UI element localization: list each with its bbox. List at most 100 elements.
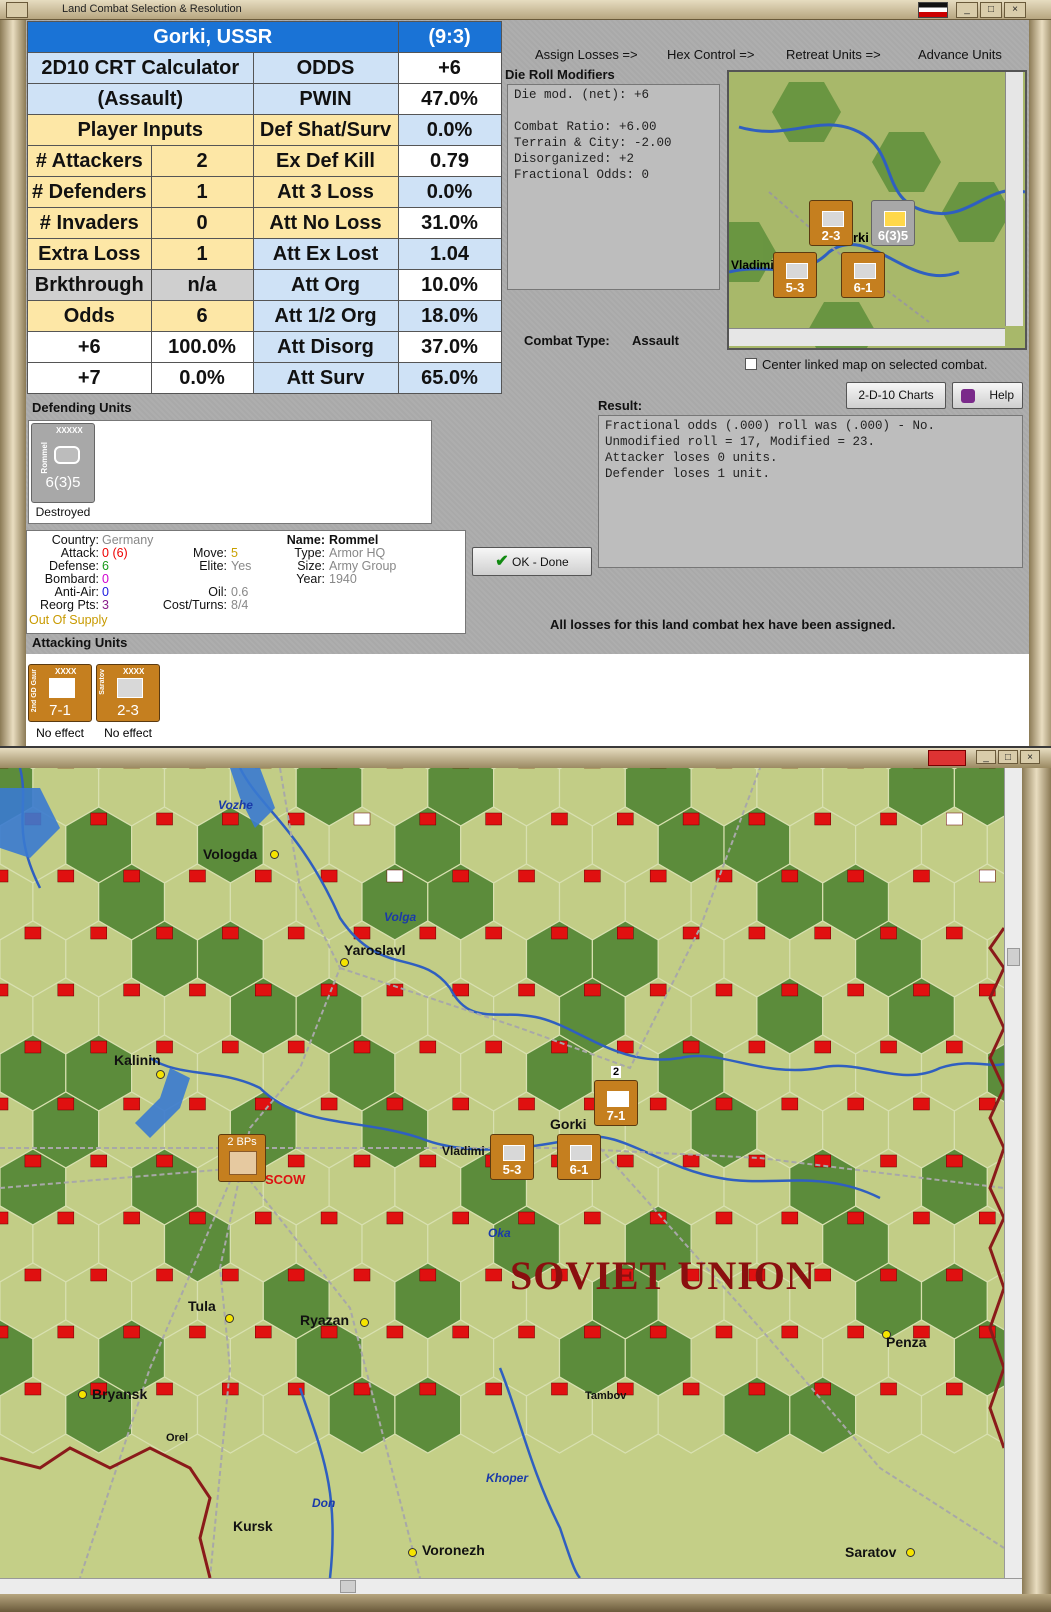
minimap-unit-5-3[interactable]: 5-3 xyxy=(773,252,817,298)
info-key: Elite: xyxy=(199,559,227,573)
city-label: Tambov xyxy=(585,1390,627,1402)
attacking-unit-saratov[interactable]: XXXX Saratov 2-3 xyxy=(96,664,160,722)
input-label: # Attackers xyxy=(27,145,152,177)
city-marker[interactable] xyxy=(360,1318,369,1327)
odds-value: 0.0% xyxy=(150,362,254,394)
maximize-button[interactable]: □ xyxy=(980,2,1002,18)
city-label: Vladimi xyxy=(442,1144,485,1158)
stat-value: 65.0% xyxy=(397,362,502,394)
strategic-map[interactable]: SOVIET UNION Vologda Yaroslavl Kalinin G… xyxy=(0,768,1004,1578)
input-value[interactable]: 1 xyxy=(150,238,254,270)
mountain-symbol-icon xyxy=(117,678,143,698)
city-label: Ryazan xyxy=(300,1312,350,1328)
river-label: Don xyxy=(312,1496,336,1510)
map-restore-button[interactable]: □ xyxy=(998,750,1018,764)
minimap-hscroll[interactable] xyxy=(729,328,1005,346)
minimap-unit-6-1[interactable]: 6-1 xyxy=(841,252,885,298)
map-unit-5-3[interactable]: 5-3 xyxy=(490,1134,534,1180)
defending-unit-rommel[interactable]: XXXXX Rommel 6(3)5 xyxy=(31,423,95,503)
modifier-line: Die mod. (net): +6 xyxy=(514,88,650,102)
country-label: SOVIET UNION xyxy=(510,1253,816,1298)
dialog-title: Land Combat Selection & Resolution xyxy=(62,3,242,15)
checkmark-icon: ✔ xyxy=(495,553,509,570)
city-marker[interactable] xyxy=(156,1070,165,1079)
die-roll-modifiers-title: Die Roll Modifiers xyxy=(505,67,615,82)
step-advance-units[interactable]: Advance Units xyxy=(918,47,1002,62)
ok-done-button[interactable]: ✔ OK - Done xyxy=(472,547,592,576)
stat-label: Att 3 Loss xyxy=(252,176,399,208)
input-label: # Defenders xyxy=(27,176,152,208)
calc-title: 2D10 CRT Calculator xyxy=(27,52,254,84)
map-unit-6-1[interactable]: 6-1 xyxy=(557,1134,601,1180)
city-marker[interactable] xyxy=(408,1548,417,1557)
step-retreat-units[interactable]: Retreat Units => xyxy=(786,47,881,62)
close-button[interactable]: × xyxy=(1004,2,1026,18)
armor-symbol-icon xyxy=(49,678,75,698)
system-menu-icon[interactable] xyxy=(6,2,28,18)
combat-ratio: (9:3) xyxy=(397,21,502,53)
stat-value: 10.0% xyxy=(397,269,502,301)
stat-label: Att Surv xyxy=(252,362,399,394)
linked-minimap[interactable]: 2-3 6(3)5 5-3 6-1 Vladimi rki xyxy=(727,70,1027,350)
input-value[interactable]: 0 xyxy=(150,207,254,239)
info-attack: 0 xyxy=(102,546,109,560)
attacking-unit-status: No effect xyxy=(104,726,152,740)
fire-icon xyxy=(884,211,906,227)
odds-label: +6 xyxy=(27,331,152,363)
stat-label: Att Ex Lost xyxy=(252,238,399,270)
result-line: Attacker loses 0 units. xyxy=(605,451,778,465)
dialog-title-bar[interactable]: Land Combat Selection & Resolution _ □ × xyxy=(0,0,1051,20)
crt-charts-button[interactable]: 2-D-10 Charts xyxy=(846,382,946,409)
city-marker[interactable] xyxy=(906,1548,915,1557)
city-marker[interactable] xyxy=(78,1390,87,1399)
build-points-marker[interactable]: 2 BPs xyxy=(218,1134,266,1182)
minimap-vscroll[interactable] xyxy=(1005,72,1023,326)
result-line: Defender loses 1 unit. xyxy=(605,467,771,481)
info-key: Reorg Pts: xyxy=(39,598,99,612)
help-button[interactable]: Help xyxy=(952,382,1023,409)
minimap-unit-rommel[interactable]: 6(3)5 xyxy=(871,200,915,246)
stat-value: 0.0% xyxy=(397,176,502,208)
info-key: Cost/Turns: xyxy=(162,598,227,612)
minimap-unit-saratov[interactable]: 2-3 xyxy=(809,200,853,246)
city-label: Saratov xyxy=(845,1544,897,1560)
scroll-thumb[interactable] xyxy=(1007,948,1020,966)
info-key: Year: xyxy=(296,572,325,586)
unit-symbol-icon xyxy=(607,1091,629,1107)
attacking-units-title: Attacking Units xyxy=(32,635,128,650)
map-window-title-bar[interactable]: _ □ × xyxy=(0,746,1051,768)
stat-label: Ex Def Kill xyxy=(252,145,399,177)
input-value[interactable]: 1 xyxy=(150,176,254,208)
minimize-button[interactable]: _ xyxy=(956,2,978,18)
unit-symbol-icon xyxy=(854,263,876,279)
step-assign-losses[interactable]: Assign Losses => xyxy=(535,47,638,62)
map-horizontal-scrollbar[interactable] xyxy=(0,1578,1022,1594)
info-year: 1940 xyxy=(329,572,357,586)
defending-units-list: XXXXX Rommel 6(3)5 Destroyed xyxy=(28,420,432,524)
map-close-button[interactable]: × xyxy=(1020,750,1040,764)
game-window: Land Combat Selection & Resolution _ □ ×… xyxy=(0,0,1051,1612)
input-value[interactable]: 2 xyxy=(150,145,254,177)
city-marker[interactable] xyxy=(225,1314,234,1323)
map-vertical-scrollbar[interactable] xyxy=(1004,768,1022,1578)
step-hex-control[interactable]: Hex Control => xyxy=(667,47,754,62)
input-label: Odds xyxy=(27,300,152,332)
scroll-thumb[interactable] xyxy=(340,1580,356,1593)
map-unit-7-1[interactable]: 7-1 xyxy=(594,1080,638,1126)
input-value[interactable]: 6 xyxy=(150,300,254,332)
attacking-unit-2nd-gd-gaur[interactable]: XXXX 2nd GD Gaur 7-1 xyxy=(28,664,92,722)
river-label: Khoper xyxy=(486,1471,528,1485)
city-marker[interactable] xyxy=(270,850,279,859)
stat-label: Att Org xyxy=(252,269,399,301)
info-cost: 8/4 xyxy=(231,598,249,612)
result-box: Fractional odds (.000) roll was (.000) -… xyxy=(598,415,1023,568)
stat-value: 31.0% xyxy=(397,207,502,239)
center-linked-checkbox[interactable] xyxy=(745,358,757,370)
result-line: Unmodified roll = 17, Modified = 23. xyxy=(605,435,876,449)
minimap-city-label: rki xyxy=(853,230,869,245)
map-minimize-button[interactable]: _ xyxy=(976,750,996,764)
city-marker[interactable] xyxy=(340,958,349,967)
unit-symbol-icon xyxy=(570,1145,592,1161)
losses-assigned-message: All losses for this land combat hex have… xyxy=(550,617,896,632)
help-book-icon xyxy=(961,389,975,403)
